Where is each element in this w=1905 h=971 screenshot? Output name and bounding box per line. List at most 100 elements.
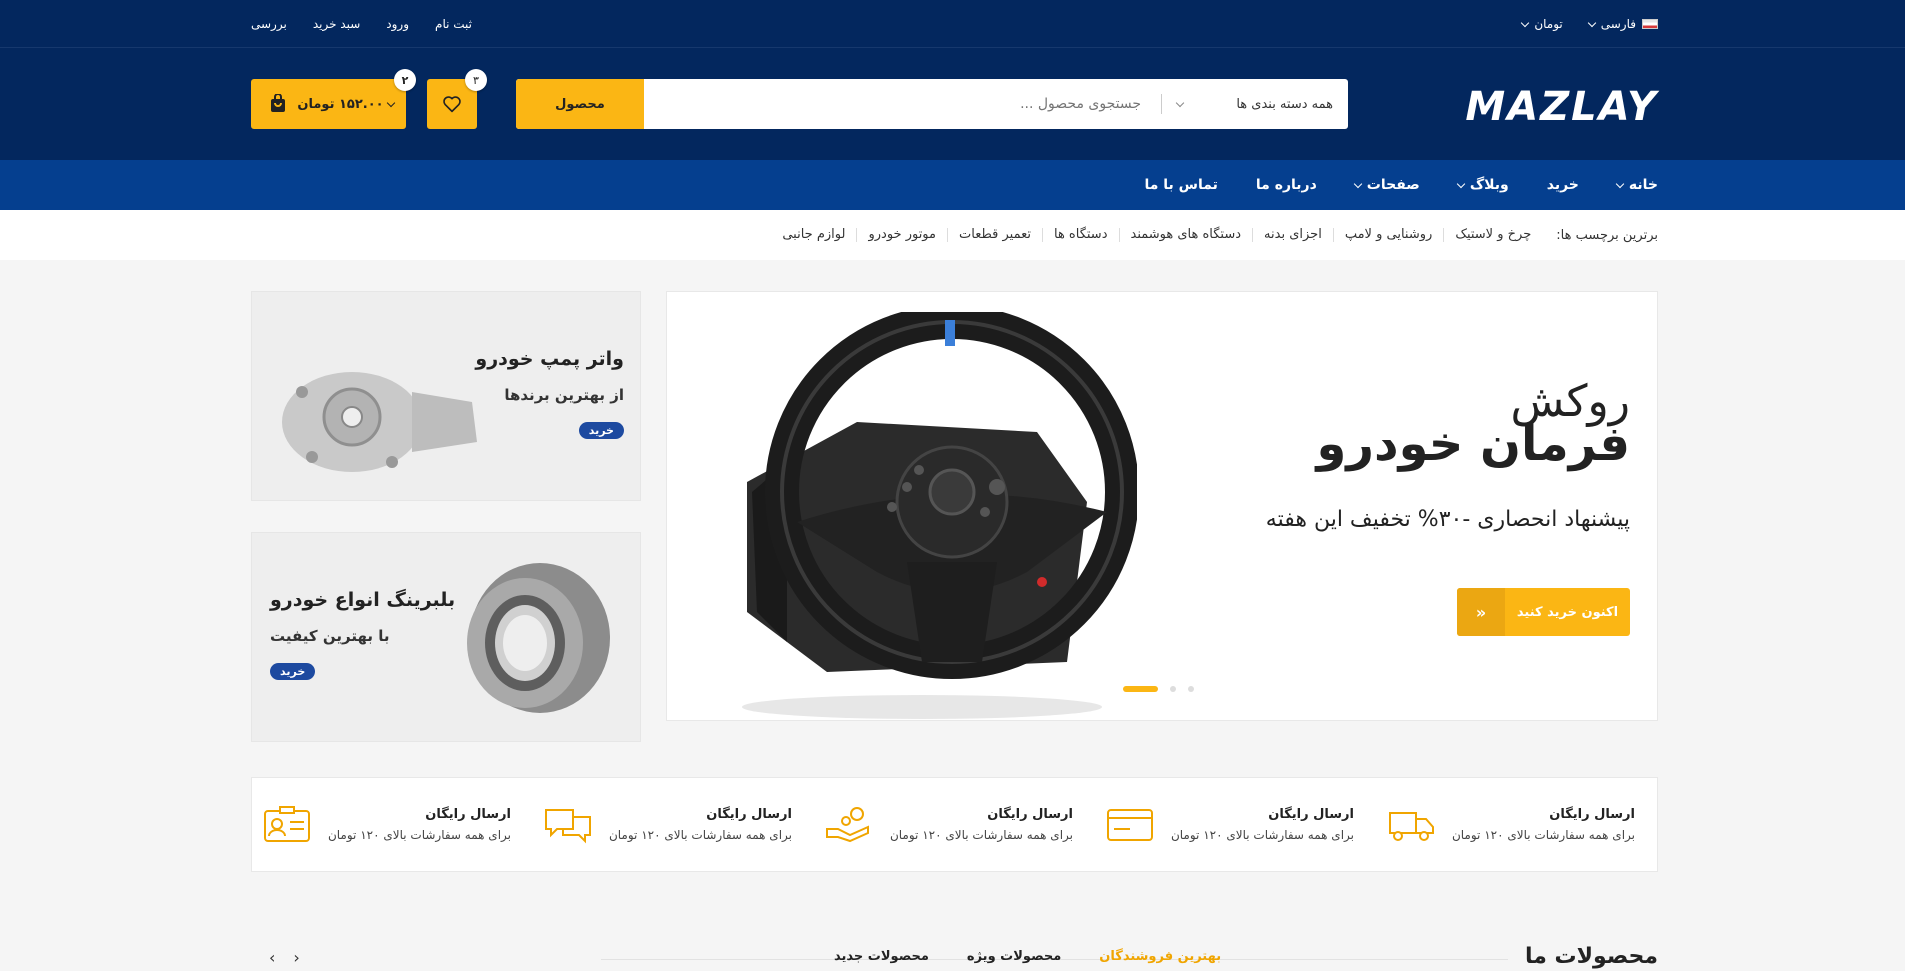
- slider-dot-active[interactable]: [1123, 686, 1158, 692]
- tag-link[interactable]: لوازم جانبی: [771, 228, 856, 242]
- tag-link[interactable]: دستگاه ها: [1041, 228, 1119, 242]
- tag-link[interactable]: موتور خودرو: [856, 228, 947, 242]
- feature-item: ارسال رایگان برای همه سفارشات بالای ۱۲۰ …: [814, 805, 1095, 845]
- products-title: محصولات ما: [1525, 944, 1658, 969]
- feature-item: ارسال رایگان برای همه سفارشات بالای ۱۲۰ …: [252, 805, 533, 845]
- currency-select[interactable]: تومان: [1521, 17, 1563, 31]
- hand-money-icon: [825, 806, 869, 842]
- feature-title: ارسال رایگان: [987, 807, 1073, 822]
- cart-link[interactable]: سبد خرید: [313, 17, 360, 31]
- feature-title: ارسال رایگان: [1268, 807, 1354, 822]
- tags-label: برترین برچسب ها:: [1556, 227, 1658, 243]
- site-logo[interactable]: mazlay: [1465, 84, 1658, 130]
- nav-item-blog[interactable]: وبلاگ: [1456, 177, 1509, 193]
- tab-best-sellers[interactable]: بهترین فروشندگان: [1099, 949, 1221, 964]
- banner-bearing[interactable]: بلبرینگ انواع خودرو با بهترین کیفیت خرید: [251, 532, 641, 742]
- cart-button[interactable]: ۱۵۲.۰۰ تومان ۲: [251, 69, 416, 129]
- header: mazlay همه دسته بندی ها محصول ۳ ۱۵۲.۰۰ ت…: [0, 48, 1905, 160]
- chevron-left-icon[interactable]: ‹: [269, 948, 275, 967]
- checkout-link[interactable]: بررسی: [251, 17, 287, 31]
- shop-now-button[interactable]: اکنون خرید کنید «: [1457, 588, 1630, 636]
- feature-text: ارسال رایگان برای همه سفارشات بالای ۱۲۰ …: [890, 807, 1073, 842]
- slider-dot[interactable]: [1188, 686, 1194, 692]
- nav-item-shop[interactable]: خرید: [1547, 177, 1579, 193]
- chat-bubbles-icon: [544, 808, 591, 843]
- nav-item-contact[interactable]: تماس با ما: [1144, 177, 1217, 193]
- register-link[interactable]: ثبت نام: [435, 17, 472, 31]
- tag-link[interactable]: چرخ و لاستیک: [1443, 228, 1542, 242]
- hero-slider[interactable]: روکش فرمان خودرو پیشنهاد انحصاری -۳۰% تخ…: [666, 291, 1658, 721]
- nav-item-about[interactable]: درباره ما: [1256, 177, 1317, 193]
- feature-text: ارسال رایگان برای همه سفارشات بالای ۱۲۰ …: [328, 807, 511, 842]
- search-button[interactable]: محصول: [516, 79, 644, 129]
- flag-icon: [1642, 19, 1658, 29]
- popular-tags-bar: برترین برچسب ها: چرخ و لاستیک روشنایی و …: [0, 210, 1905, 260]
- banner-shop-button[interactable]: خرید: [578, 422, 624, 439]
- products-section-header: محصولات ما بهترین فروشندگان محصولات ویژه…: [251, 940, 1658, 971]
- slider-dot[interactable]: [1170, 686, 1176, 692]
- category-select[interactable]: همه دسته بندی ها: [1162, 79, 1348, 129]
- feature-subtitle: برای همه سفارشات بالای ۱۲۰ تومان: [608, 828, 792, 842]
- search-input[interactable]: [644, 79, 1161, 129]
- feature-subtitle: برای همه سفارشات بالای ۱۲۰ تومان: [327, 828, 511, 842]
- shopping-bag-icon: [263, 89, 293, 119]
- tab-new[interactable]: محصولات جدید: [834, 949, 929, 964]
- products-tabs: بهترین فروشندگان محصولات ویژه محصولات جد…: [834, 949, 1221, 964]
- chevron-down-icon: [1615, 179, 1625, 188]
- banner-shop-button[interactable]: خرید: [270, 663, 316, 680]
- heart-icon: [443, 96, 461, 113]
- slide-title-line2: فرمان خودرو: [1316, 416, 1631, 472]
- feature-item: ارسال رایگان برای همه سفارشات بالای ۱۲۰ …: [1095, 805, 1376, 845]
- nav-item-label: خرید: [1546, 177, 1579, 193]
- carousel-arrows: ‹ ›: [269, 948, 300, 967]
- shop-now-label: اکنون خرید کنید: [1516, 604, 1619, 620]
- banner-title: واتر پمپ خودرو: [475, 348, 624, 370]
- login-link[interactable]: ورود: [386, 17, 409, 31]
- feature-text: ارسال رایگان برای همه سفارشات بالای ۱۲۰ …: [1171, 807, 1354, 842]
- tag-link[interactable]: تعمیر قطعات: [947, 228, 1042, 242]
- slider-pagination: [1123, 686, 1194, 692]
- id-card-icon: [263, 805, 310, 842]
- feature-title: ارسال رایگان: [425, 807, 511, 822]
- cart-total: ۱۵۲.۰۰ تومان: [297, 96, 384, 112]
- tag-link[interactable]: اجزای بدنه: [1252, 228, 1333, 242]
- main-nav: خانه خرید وبلاگ صفحات درباره ما تماس با …: [0, 160, 1905, 210]
- top-bar: فارسی تومان ثبت نام ورود سبد خرید بررسی: [0, 0, 1905, 48]
- nav-item-label: صفحات: [1366, 177, 1420, 193]
- bearing-image: [467, 563, 610, 713]
- wishlist-button[interactable]: ۳: [427, 69, 487, 129]
- feature-subtitle: برای همه سفارشات بالای ۱۲۰ تومان: [1170, 828, 1354, 842]
- currency-label: تومان: [1534, 17, 1563, 31]
- cart-count-badge: ۲: [394, 69, 416, 91]
- feature-title: ارسال رایگان: [706, 807, 792, 822]
- slide-subtitle: پیشنهاد انحصاری -۳۰% تخفیف این هفته: [1265, 507, 1630, 532]
- tag-link[interactable]: دستگاه های هوشمند: [1118, 228, 1253, 242]
- chevron-right-icon[interactable]: ›: [293, 948, 299, 967]
- nav-item-pages[interactable]: صفحات: [1353, 177, 1420, 193]
- double-chevron-icon: «: [1457, 588, 1505, 636]
- language-label: فارسی: [1600, 17, 1636, 31]
- steering-wheel-image: [742, 312, 1137, 719]
- banner-subtitle: با بهترین کیفیت: [270, 627, 390, 645]
- nav-item-label: وبلاگ: [1469, 177, 1509, 193]
- nav-item-label: درباره ما: [1255, 177, 1317, 193]
- language-select[interactable]: فارسی: [1587, 17, 1658, 31]
- category-select-label: همه دسته بندی ها: [1236, 96, 1333, 112]
- nav-item-label: خانه: [1628, 177, 1658, 193]
- nav-item-home[interactable]: خانه: [1615, 177, 1658, 193]
- banner-title: بلبرینگ انواع خودرو: [270, 589, 456, 611]
- feature-subtitle: برای همه سفارشات بالای ۱۲۰ تومان: [1451, 828, 1635, 842]
- nav-item-label: تماس با ما: [1144, 177, 1218, 193]
- tag-link[interactable]: روشنایی و لامپ: [1332, 228, 1443, 242]
- wishlist-count-badge: ۳: [465, 69, 487, 91]
- banner-water-pump[interactable]: واتر پمپ خودرو از بهترین برندها خرید: [251, 291, 641, 501]
- feature-text: ارسال رایگان برای همه سفارشات بالای ۱۲۰ …: [609, 807, 792, 842]
- top-links: ثبت نام ورود سبد خرید بررسی: [251, 17, 472, 31]
- search-divider: [1161, 94, 1162, 114]
- tab-featured[interactable]: محصولات ویژه: [967, 949, 1061, 964]
- top-selectors: فارسی تومان: [1521, 17, 1658, 31]
- feature-subtitle: برای همه سفارشات بالای ۱۲۰ تومان: [889, 828, 1073, 842]
- feature-item: ارسال رایگان برای همه سفارشات بالای ۱۲۰ …: [1376, 805, 1657, 845]
- features-bar: ارسال رایگان برای همه سفارشات بالای ۱۲۰ …: [251, 777, 1658, 872]
- chevron-down-icon: [1587, 18, 1596, 27]
